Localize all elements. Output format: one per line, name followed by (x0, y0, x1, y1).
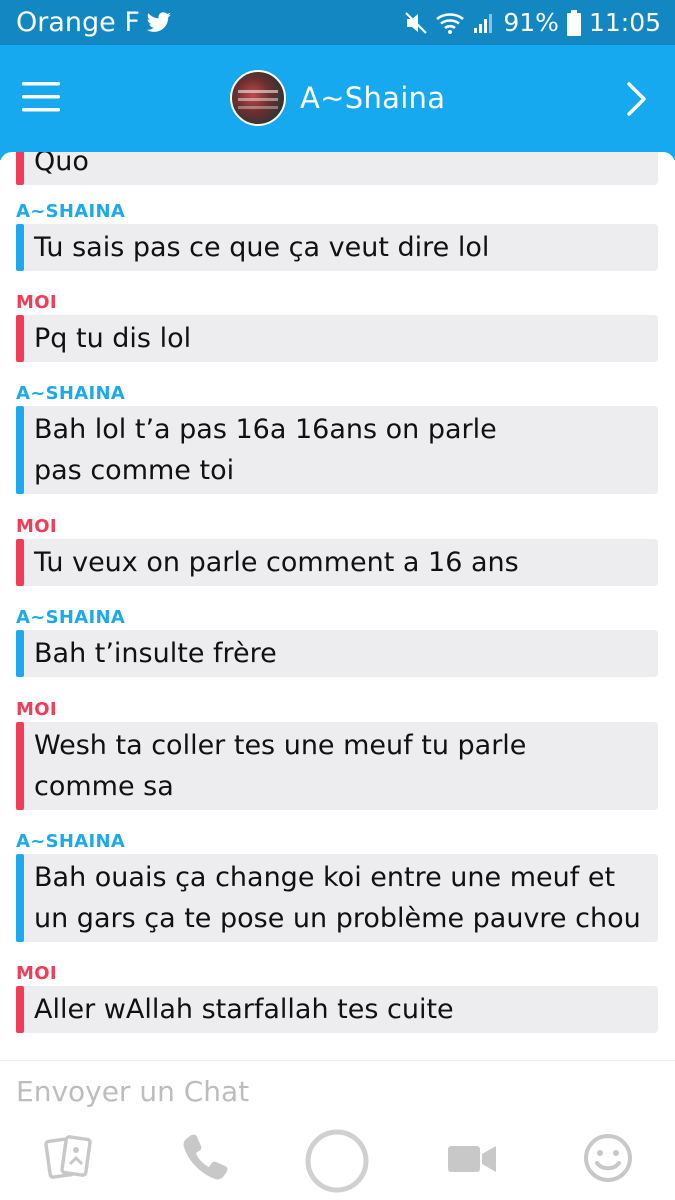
emoji-icon[interactable] (580, 1130, 636, 1186)
chat-messages[interactable]: Quo A~SHAINA Tu sais pas ce que ça veut … (0, 152, 675, 1060)
message-bubble[interactable]: Bah t’insulte frère (16, 630, 658, 677)
twitter-icon (146, 11, 171, 32)
wifi-icon (436, 12, 465, 34)
message-item: A~SHAINA Bah t’insulte frère (16, 606, 658, 677)
contact-title[interactable]: A~Shaina (230, 70, 445, 126)
message-item: A~SHAINA Bah lol t’a pas 16a 16ans on pa… (16, 382, 658, 494)
status-bar: Orange F 91% 11:05 (0, 0, 675, 45)
capture-button[interactable] (304, 1128, 370, 1194)
carrier-name: Orange F (16, 7, 140, 38)
message-line: Bah ouais ça change koi entre une meuf e… (34, 862, 616, 893)
chat-input-area: Envoyer un Chat (0, 1060, 675, 1120)
sender-label: A~SHAINA (16, 201, 126, 222)
message-bubble[interactable]: Aller wAllah starfallah tes cuite (16, 986, 658, 1033)
message-line: comme sa (34, 771, 174, 802)
message-item: A~SHAINA Tu sais pas ce que ça veut dire… (16, 200, 658, 271)
chevron-right-icon[interactable] (625, 81, 649, 117)
message-line: un gars ça te pose un problème pauvre ch… (34, 903, 641, 934)
message-line: Wesh ta coller tes une meuf tu parle (34, 730, 527, 761)
sender-label: A~SHAINA (16, 383, 126, 404)
clock: 11:05 (588, 8, 661, 37)
video-camera-icon[interactable] (444, 1130, 500, 1186)
message-bubble[interactable]: Tu veux on parle comment a 16 ans (16, 539, 658, 586)
message-bubble[interactable]: Pq tu dis lol (16, 315, 658, 362)
message-item: MOI Aller wAllah starfallah tes cuite (16, 962, 658, 1033)
bottom-toolbar (0, 1120, 675, 1200)
sender-label: A~SHAINA (16, 831, 126, 852)
message-item: A~SHAINA Bah ouais ça change koi entre u… (16, 830, 658, 942)
message-bubble[interactable]: Wesh ta coller tes une meuf tu parle com… (16, 722, 658, 810)
battery-icon (566, 9, 581, 36)
phone-icon[interactable] (176, 1130, 232, 1186)
menu-icon[interactable] (22, 81, 60, 113)
message-bubble[interactable]: Bah lol t’a pas 16a 16ans on parle pas c… (16, 406, 658, 494)
avatar[interactable] (230, 70, 286, 126)
message-item: MOI Pq tu dis lol (16, 291, 658, 362)
message-bubble[interactable]: Bah ouais ça change koi entre une meuf e… (16, 854, 658, 942)
sender-label: A~SHAINA (16, 607, 126, 628)
message-item: Quo (16, 152, 658, 185)
sender-label: MOI (16, 292, 57, 313)
sender-label: MOI (16, 963, 57, 984)
chat-header: A~Shaina (0, 45, 675, 160)
contact-name: A~Shaina (300, 81, 446, 115)
message-line: pas comme toi (34, 455, 235, 486)
message-bubble[interactable]: Tu sais pas ce que ça veut dire lol (16, 224, 658, 271)
sticker-cards-icon[interactable] (40, 1130, 96, 1186)
mute-icon (405, 11, 428, 34)
message-line: Bah lol t’a pas 16a 16ans on parle (34, 414, 497, 445)
sender-label: MOI (16, 699, 57, 720)
chat-input[interactable]: Envoyer un Chat (16, 1075, 249, 1108)
message-item: MOI Tu veux on parle comment a 16 ans (16, 515, 658, 586)
message-bubble[interactable]: Quo (16, 152, 658, 185)
status-indicators: 91% 11:05 (405, 8, 661, 37)
message-item: MOI Wesh ta coller tes une meuf tu parle… (16, 698, 658, 810)
signal-icon (474, 13, 493, 33)
battery-percent: 91% (503, 8, 559, 37)
sender-label: MOI (16, 516, 57, 537)
